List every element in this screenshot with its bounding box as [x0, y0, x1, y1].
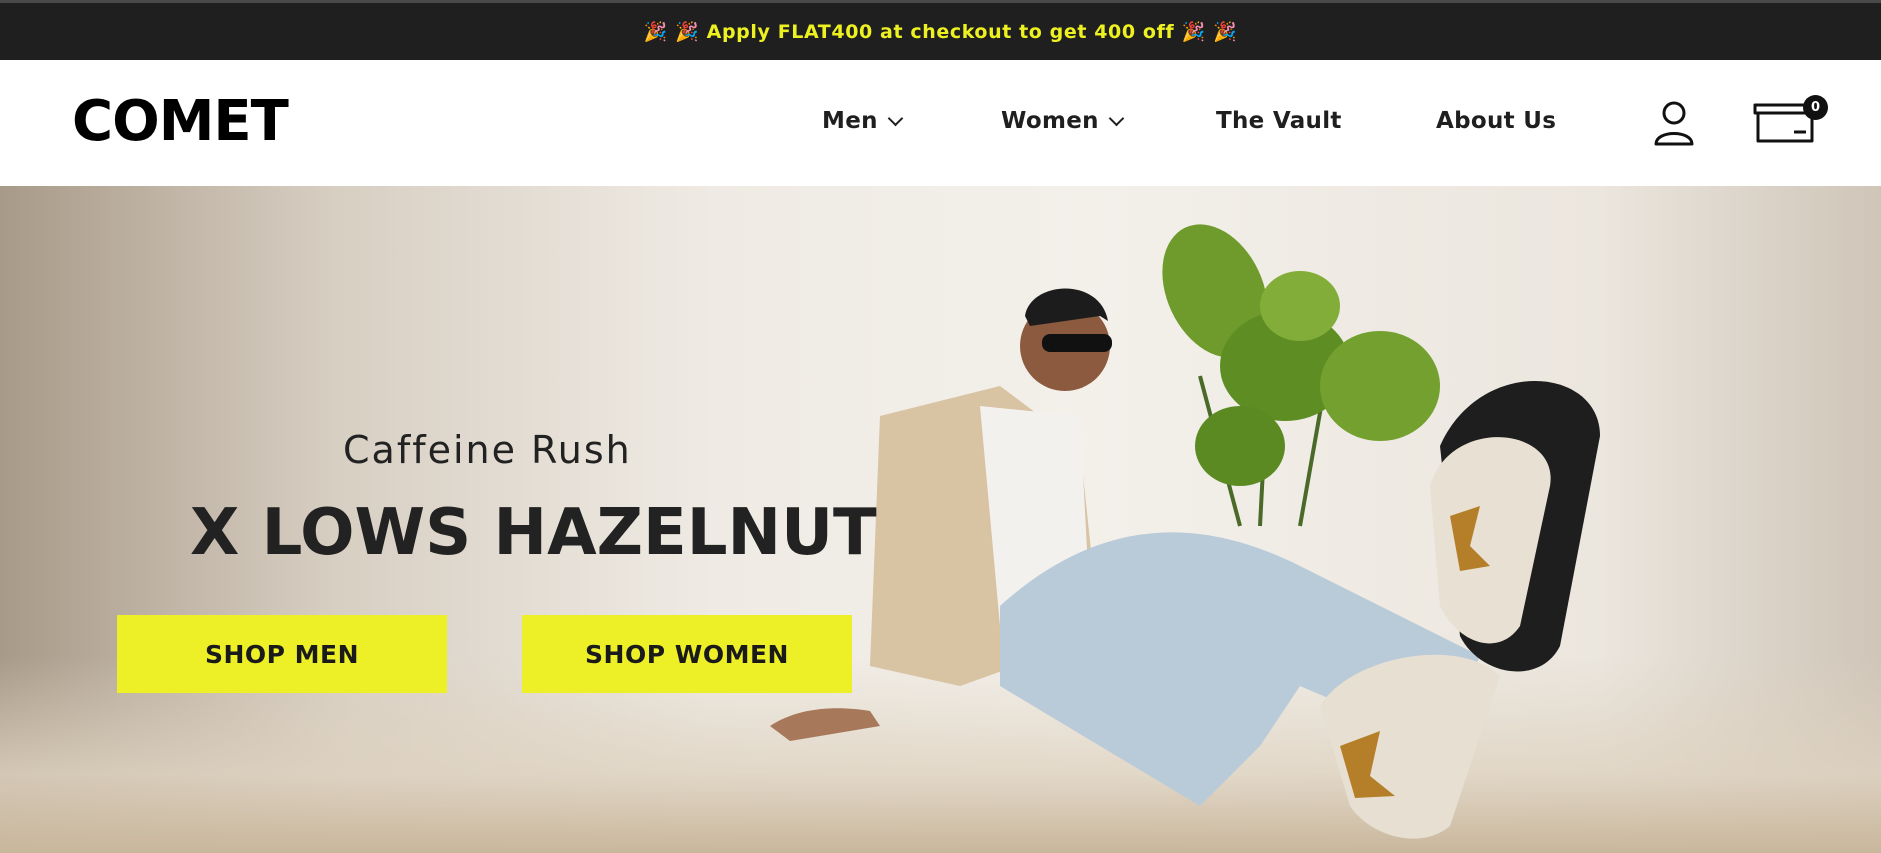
- user-icon: [1654, 101, 1694, 146]
- announcement-text: 🎉 🎉 Apply FLAT400 at checkout to get 400…: [643, 21, 1238, 43]
- hero-banner: Caffeine Rush X LOWS HAZELNUT SHOP MEN S…: [0, 186, 1881, 853]
- nav-men-label: Men: [822, 108, 878, 134]
- nav-about-us[interactable]: About Us: [1436, 108, 1556, 134]
- cart-count-badge: 0: [1803, 95, 1828, 120]
- nav-men[interactable]: Men: [822, 108, 904, 134]
- shop-women-button[interactable]: SHOP WOMEN: [522, 615, 852, 693]
- nav-about-us-label: About Us: [1436, 108, 1557, 134]
- hero-title: X LOWS HAZELNUT: [190, 496, 877, 570]
- nav-the-vault[interactable]: The Vault: [1216, 108, 1342, 134]
- announcement-bar: 🎉 🎉 Apply FLAT400 at checkout to get 400…: [0, 3, 1881, 60]
- shop-men-button[interactable]: SHOP MEN: [117, 615, 447, 693]
- shop-women-label: SHOP WOMEN: [585, 639, 789, 669]
- comet-logo[interactable]: COMET: [72, 94, 289, 150]
- nav-the-vault-label: The Vault: [1216, 108, 1342, 134]
- hero-subtitle: Caffeine Rush: [343, 428, 632, 472]
- nav-women-label: Women: [1001, 108, 1099, 134]
- nav-women[interactable]: Women: [1001, 108, 1125, 134]
- shop-men-label: SHOP MEN: [204, 639, 360, 669]
- site-header: COMET Men Women The Vault About Us 0: [0, 60, 1881, 186]
- plant-illustration: [1162, 224, 1440, 527]
- chevron-down-icon: [887, 110, 904, 126]
- chevron-down-icon: [1108, 110, 1125, 126]
- cart-button[interactable]: 0: [1752, 95, 1832, 146]
- cart-count: 0: [1810, 100, 1821, 115]
- account-button[interactable]: [1654, 100, 1694, 146]
